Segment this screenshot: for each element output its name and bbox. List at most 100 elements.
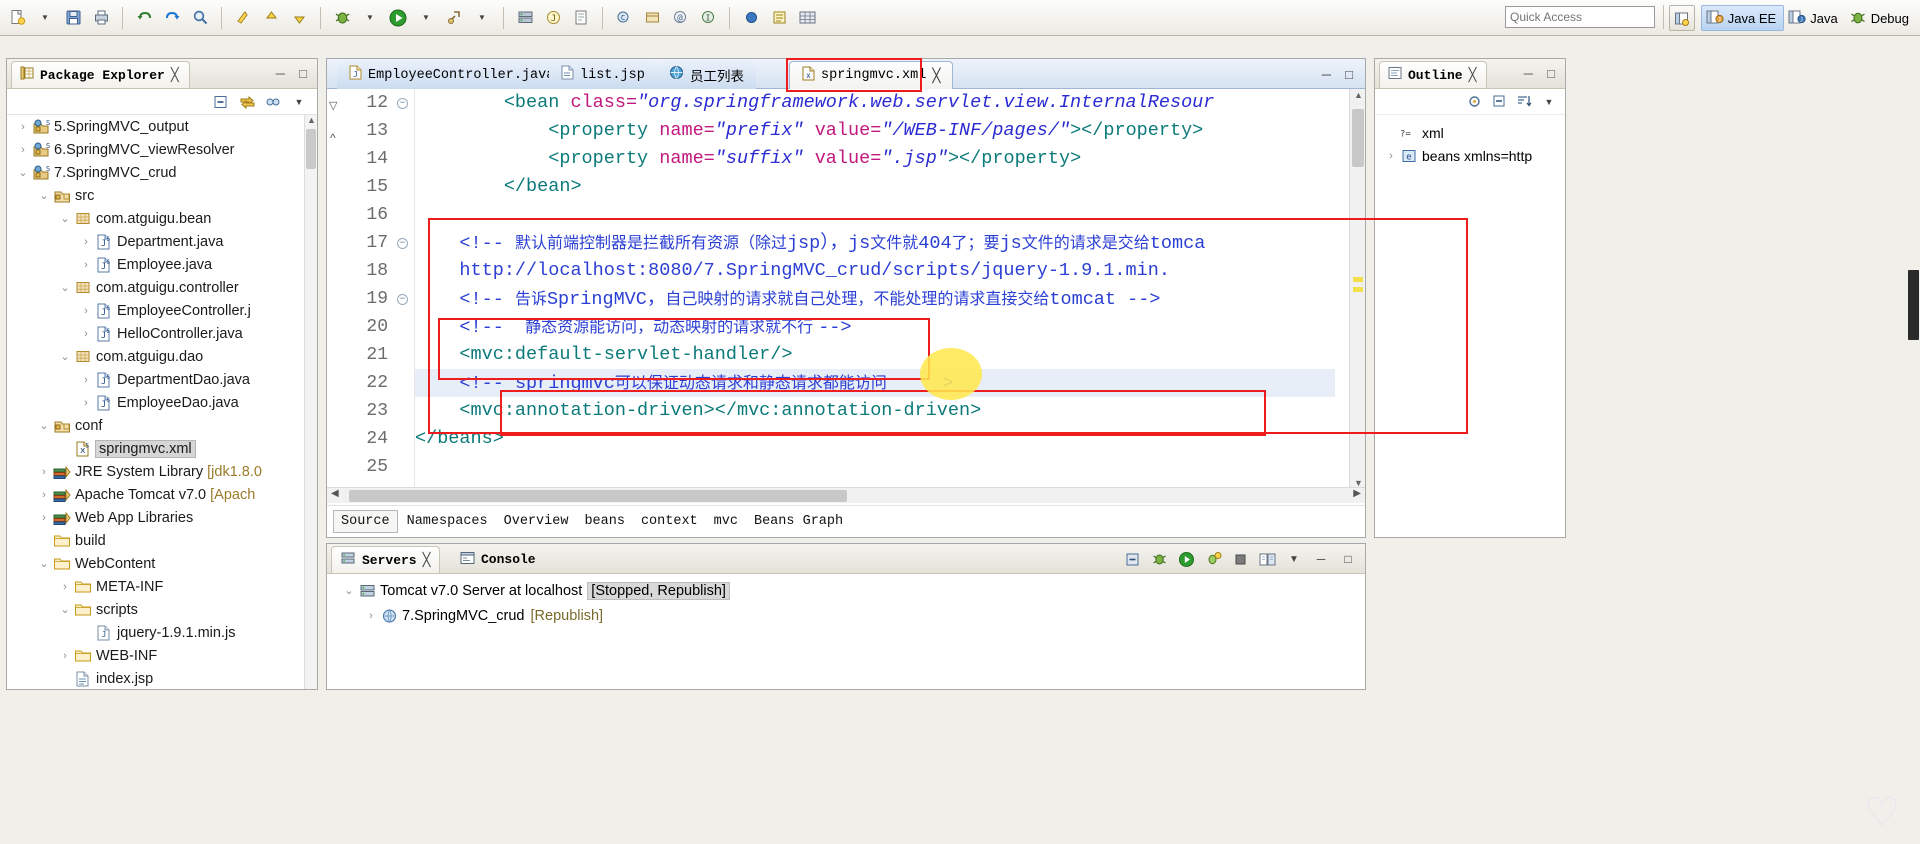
debug-dropdown-icon[interactable]: ▼: [357, 5, 383, 31]
code-line[interactable]: [415, 201, 1335, 229]
editor-tab-list-jsp[interactable]: list.jsp: [549, 61, 657, 89]
tree-item[interactable]: › J S DepartmentDao.java: [7, 368, 317, 391]
code-line[interactable]: <!-- 静态资源能访问，动态映射的请求就不行 -->: [415, 313, 1335, 341]
code-fold-toggle[interactable]: −: [397, 98, 408, 109]
tree-item[interactable]: ⌄ com.atguigu.dao: [7, 345, 317, 368]
minimize-icon[interactable]: ─: [1524, 66, 1533, 81]
minimize-icon[interactable]: ─: [276, 66, 285, 81]
tree-item[interactable]: ⌄ com.atguigu.controller: [7, 276, 317, 299]
view-menu-icon[interactable]: [263, 92, 283, 112]
code-line[interactable]: <property name="suffix" value=".jsp"></p…: [415, 145, 1335, 173]
code-fold-toggle[interactable]: −: [397, 294, 408, 305]
editor-bottom-tab[interactable]: mvc: [707, 511, 745, 532]
chevron-down-icon[interactable]: ⌄: [15, 166, 31, 179]
code-line[interactable]: <mvc:annotation-driven></mvc:annotation-…: [415, 397, 1335, 425]
code-line[interactable]: </bean>: [415, 173, 1335, 201]
tree-item[interactable]: x Sspringmvc.xml: [7, 437, 317, 460]
tree-item[interactable]: ⌄ src: [7, 184, 317, 207]
perspective-debug[interactable]: Debug: [1845, 5, 1916, 31]
tree-item[interactable]: build: [7, 529, 317, 552]
tree-item[interactable]: ⌄ S 7.SpringMVC_crud: [7, 161, 317, 184]
tree-item[interactable]: › J S HelloController.java: [7, 322, 317, 345]
code-line[interactable]: <mvc:default-servlet-handler/>: [415, 341, 1335, 369]
close-icon[interactable]: ╳: [932, 68, 940, 84]
minimize-icon[interactable]: ─: [1310, 548, 1332, 570]
maximize-icon[interactable]: □: [299, 66, 307, 81]
maximize-icon[interactable]: □: [1345, 67, 1353, 82]
scroll-up-icon[interactable]: ▲: [307, 115, 316, 125]
chevron-right-icon[interactable]: ›: [15, 144, 31, 156]
undo-button[interactable]: [131, 5, 157, 31]
tree-item[interactable]: › S 6.SpringMVC_viewResolver: [7, 138, 317, 161]
run-dropdown-icon[interactable]: ▼: [413, 5, 439, 31]
outline-row[interactable]: › e beans xmlns=http: [1375, 144, 1565, 167]
search-button[interactable]: [187, 5, 213, 31]
editor-tab-employeecontroller[interactable]: J EmployeeController.java: [337, 61, 567, 89]
tree-item[interactable]: › J S EmployeeDao.java: [7, 391, 317, 414]
editor-bottom-tab[interactable]: context: [634, 511, 705, 532]
server-row[interactable]: ⌄ Tomcat v7.0 Server at localhost [Stoppe…: [327, 578, 1365, 603]
new-dropdown-icon[interactable]: ▼: [32, 5, 58, 31]
toggle-breakpoint-button[interactable]: [738, 5, 764, 31]
code-line[interactable]: </beans>: [415, 425, 1335, 453]
tab-outline[interactable]: Outline ╳: [1379, 61, 1488, 88]
next-annotation-button[interactable]: [258, 5, 284, 31]
maximize-icon[interactable]: □: [1547, 66, 1555, 81]
toggle-mark-occurrences-button[interactable]: [766, 5, 792, 31]
chevron-right-icon[interactable]: ›: [36, 466, 52, 478]
open-resource-button[interactable]: [568, 5, 594, 31]
scroll-right-icon[interactable]: ▶: [1353, 488, 1361, 499]
tree-item[interactable]: ⌄ com.atguigu.bean: [7, 207, 317, 230]
chevron-right-icon[interactable]: ›: [78, 305, 94, 317]
code-line[interactable]: http://localhost:8080/7.SpringMVC_crud/s…: [415, 257, 1335, 285]
new-java-class-button[interactable]: C: [611, 5, 637, 31]
run-external-tools-button[interactable]: [441, 5, 467, 31]
close-icon[interactable]: ╳: [423, 552, 431, 568]
code-line[interactable]: <property name="prefix" value="/WEB-INF/…: [415, 117, 1335, 145]
scrollbar-thumb[interactable]: [349, 490, 847, 502]
overview-marker-warning[interactable]: [1353, 277, 1363, 282]
last-edit-location-button[interactable]: [230, 5, 256, 31]
editor-horizontal-scrollbar[interactable]: ◀ ▶: [327, 487, 1365, 503]
chevron-down-icon[interactable]: ⌄: [341, 584, 357, 597]
outline-row[interactable]: ?= xml: [1375, 121, 1565, 144]
code-line[interactable]: [415, 453, 1335, 481]
chevron-right-icon[interactable]: ›: [15, 121, 31, 133]
tree-item[interactable]: Jjquery-1.9.1.min.js: [7, 621, 317, 644]
editor-bottom-tab[interactable]: Source: [333, 510, 398, 533]
tree-item[interactable]: › Apache Tomcat v7.0 [Apach: [7, 483, 317, 506]
run-icon[interactable]: [1175, 548, 1197, 570]
focus-icon[interactable]: [1464, 92, 1484, 112]
tree-item[interactable]: › Web App Libraries: [7, 506, 317, 529]
tab-servers[interactable]: Servers ╳: [331, 546, 441, 573]
link-with-editor-icon[interactable]: [237, 92, 257, 112]
tree-item[interactable]: › JRE System Library [jdk1.8.0: [7, 460, 317, 483]
close-icon[interactable]: ╳: [171, 67, 179, 83]
tree-item[interactable]: › J S EmployeeController.j: [7, 299, 317, 322]
chevron-right-icon[interactable]: ›: [78, 328, 94, 340]
chevron-right-icon[interactable]: ›: [36, 512, 52, 524]
chevron-right-icon[interactable]: ›: [1383, 150, 1399, 162]
tree-item[interactable]: › WEB-INF: [7, 644, 317, 667]
new-server-button[interactable]: [512, 5, 538, 31]
tree-item[interactable]: › META-INF: [7, 575, 317, 598]
editor-tab-employee-list[interactable]: 员工列表: [657, 61, 756, 89]
chevron-down-icon[interactable]: ⌄: [36, 189, 52, 202]
perspective-java-ee[interactable]: J Java EE: [1700, 5, 1785, 31]
tree-item[interactable]: › J S Employee.java: [7, 253, 317, 276]
stop-icon[interactable]: [1229, 548, 1251, 570]
scroll-up-icon[interactable]: ▲: [1354, 90, 1363, 100]
chevron-right-icon[interactable]: ›: [36, 489, 52, 501]
save-button[interactable]: [60, 5, 86, 31]
chevron-down-icon[interactable]: ⌄: [57, 350, 73, 363]
code-lines[interactable]: <bean class="org.springframework.web.ser…: [415, 89, 1335, 489]
scrollbar-thumb[interactable]: [1908, 270, 1919, 340]
close-icon[interactable]: ╳: [1469, 67, 1477, 83]
code-fold-toggle[interactable]: −: [397, 238, 408, 249]
external-tools-dropdown-icon[interactable]: ▼: [469, 5, 495, 31]
code-line[interactable]: <!-- 默认前端控制器是拦截所有资源（除过jsp），js文件就404了；要js…: [415, 229, 1335, 257]
code-line[interactable]: <!-- 告诉SpringMVC，自己映射的请求就自己处理，不能处理的请求直接交…: [415, 285, 1335, 313]
gutter-collapse-icon[interactable]: ▽: [329, 99, 337, 112]
sort-icon[interactable]: [1514, 92, 1534, 112]
view-menu-icon[interactable]: ▼: [1283, 548, 1305, 570]
